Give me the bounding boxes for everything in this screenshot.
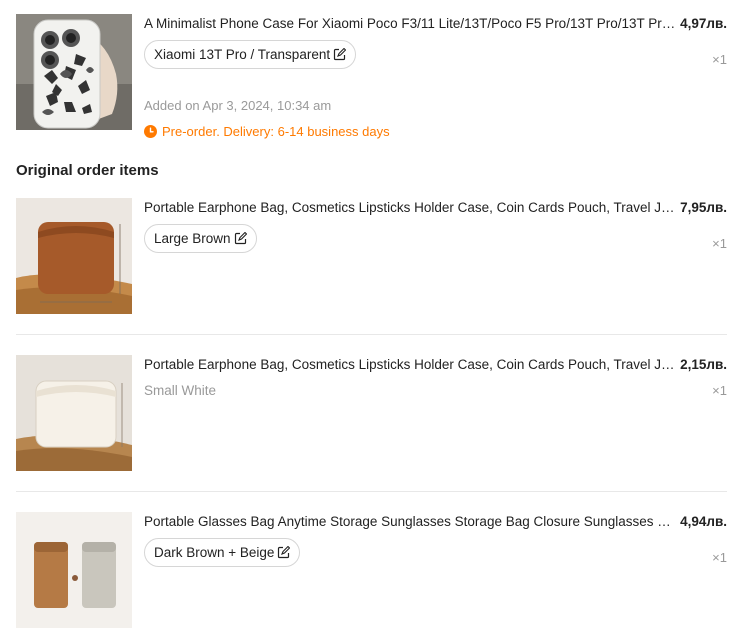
variant-label: Xiaomi 13T Pro / Transparent bbox=[154, 47, 331, 62]
variant-label: Large Brown bbox=[154, 231, 231, 246]
variant-selector[interactable]: Large Brown bbox=[144, 224, 257, 253]
product-thumbnail[interactable] bbox=[16, 355, 132, 471]
edit-icon bbox=[277, 546, 291, 559]
variant-label: Small White bbox=[144, 383, 217, 398]
product-price: 4,94лв. bbox=[680, 514, 727, 529]
variant-label: Dark Brown + Beige bbox=[154, 545, 275, 560]
product-title[interactable]: Portable Earphone Bag, Cosmetics Lipstic… bbox=[144, 200, 678, 215]
quantity: ×1 bbox=[712, 550, 727, 565]
preorder-notice: Pre-order. Delivery: 6-14 business days bbox=[144, 124, 390, 139]
divider bbox=[16, 491, 727, 492]
variant-selector[interactable]: Dark Brown + Beige bbox=[144, 538, 301, 567]
glasses-bag-image bbox=[16, 512, 132, 628]
product-thumbnail[interactable] bbox=[16, 512, 132, 628]
order-item: Portable Earphone Bag, Cosmetics Lipstic… bbox=[16, 198, 727, 316]
section-heading: Original order items bbox=[16, 162, 159, 179]
product-thumbnail[interactable] bbox=[16, 198, 132, 314]
order-item: Portable Earphone Bag, Cosmetics Lipstic… bbox=[16, 355, 727, 473]
product-title[interactable]: A Minimalist Phone Case For Xiaomi Poco … bbox=[144, 16, 678, 31]
edit-icon bbox=[333, 48, 347, 61]
preorder-text: Pre-order. Delivery: 6-14 business days bbox=[162, 124, 390, 139]
earphone-bag-white-image bbox=[16, 355, 132, 471]
quantity: ×1 bbox=[712, 52, 727, 67]
product-price: 7,95лв. bbox=[680, 200, 727, 215]
phone-case-image bbox=[16, 14, 132, 130]
product-price: 2,15лв. bbox=[680, 357, 727, 372]
order-item: Portable Glasses Bag Anytime Storage Sun… bbox=[16, 512, 727, 628]
cart-item: A Minimalist Phone Case For Xiaomi Poco … bbox=[16, 14, 727, 144]
quantity: ×1 bbox=[712, 236, 727, 251]
product-price: 4,97лв. bbox=[680, 16, 727, 31]
quantity: ×1 bbox=[712, 383, 727, 398]
product-title[interactable]: Portable Glasses Bag Anytime Storage Sun… bbox=[144, 514, 678, 529]
edit-icon bbox=[234, 232, 247, 245]
divider bbox=[16, 334, 727, 335]
product-thumbnail[interactable] bbox=[16, 14, 132, 130]
product-title[interactable]: Portable Earphone Bag, Cosmetics Lipstic… bbox=[144, 357, 678, 372]
variant-selector[interactable]: Xiaomi 13T Pro / Transparent bbox=[144, 40, 357, 69]
added-date: Added on Apr 3, 2024, 10:34 am bbox=[144, 98, 332, 113]
clock-icon bbox=[144, 125, 157, 138]
earphone-bag-brown-image bbox=[16, 198, 132, 314]
